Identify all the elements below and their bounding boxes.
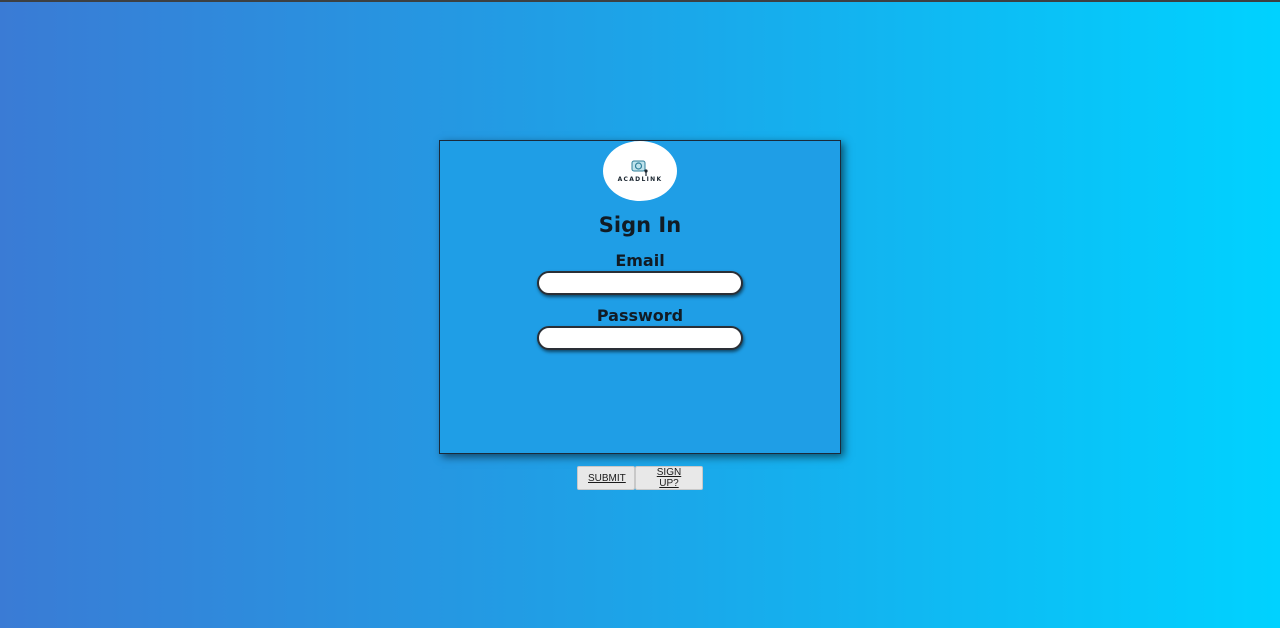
email-label: Email xyxy=(615,251,665,270)
password-field[interactable] xyxy=(537,326,743,350)
page-title: Sign In xyxy=(598,213,682,237)
window-top-border xyxy=(0,0,1280,2)
sign-in-card: ACADLINK Sign In Email Password xyxy=(439,140,841,454)
acadlink-logo-icon xyxy=(631,160,648,176)
email-field[interactable] xyxy=(537,271,743,295)
sign-up-button[interactable]: SIGN UP? xyxy=(635,466,703,490)
submit-button[interactable]: SUBMIT xyxy=(577,466,635,490)
password-label: Password xyxy=(596,306,684,325)
logo-text: ACADLINK xyxy=(617,176,663,183)
form-actions: SUBMIT SIGN UP? xyxy=(577,466,703,490)
logo: ACADLINK xyxy=(603,141,677,201)
